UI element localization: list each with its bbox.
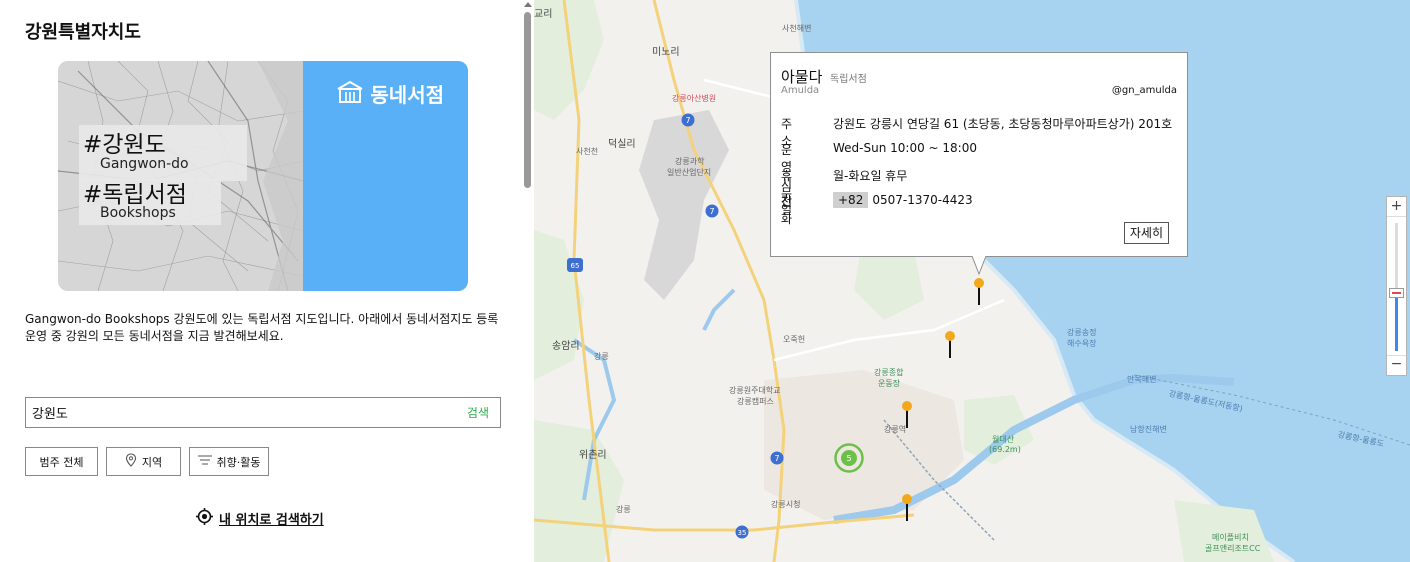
bookshop-pin-marker[interactable]: [944, 330, 956, 360]
filter-lines-icon: [197, 455, 212, 468]
svg-text:35: 35: [738, 529, 747, 537]
map-label-hospital: 강릉아산병원: [672, 94, 717, 103]
map-label-goli: 교리: [534, 9, 553, 20]
map-label-minori: 미노리: [652, 47, 680, 58]
map-label-sports-park-2: 운동장: [878, 379, 901, 388]
map-label-univ-1: 강릉원주대학교: [729, 386, 781, 395]
banner-logo: 동네서점: [336, 79, 444, 108]
crosshair-icon: [196, 508, 213, 529]
bookshop-pin-marker[interactable]: [901, 493, 913, 523]
svg-text:65: 65: [571, 262, 580, 270]
popup-pointer: [972, 256, 987, 276]
banner-tag-bookshops: #독립서점 Bookshops: [79, 179, 221, 225]
route-shield-7c: 7: [770, 451, 784, 465]
popup-address-value: 강원도 강릉시 연당길 61 (초당동, 초당동청마루아파트상가) 201호: [833, 117, 1173, 131]
map-label-songjeong-1: 강릉송정: [1067, 328, 1097, 337]
map-label-deoksilli: 덕실리: [608, 139, 636, 150]
map-label-songamri: 송암리: [552, 341, 580, 352]
route-shield-7b: 7: [705, 204, 719, 218]
map-label-songjeong-2: 해수욕장: [1067, 339, 1097, 348]
popup-shop-english-name: Amulda: [781, 85, 820, 96]
banner-tag-gangwon: #강원도 Gangwon-do: [79, 125, 247, 181]
cluster-marker[interactable]: 5: [834, 443, 864, 473]
banner-image: 동네서점 #강원도 Gangwon-do #독립서점 Bookshops: [58, 61, 468, 291]
route-shield-35: 35: [735, 525, 749, 539]
banner-tag-bookshops-sub: Bookshops: [100, 205, 176, 221]
popup-phone-label: 전화: [781, 195, 793, 226]
svg-text:7: 7: [685, 116, 690, 125]
my-location-label: 내 위치로 검색하기: [219, 513, 324, 528]
zoom-control: + −: [1386, 196, 1407, 376]
map-label-cityhall: 강릉시청: [771, 500, 801, 509]
map-label-industrial-2: 일반산업단지: [667, 168, 712, 177]
bookshop-icon: [336, 80, 364, 108]
zoom-out-button[interactable]: −: [1387, 355, 1406, 375]
map-label-gangneung-ic2: 강릉: [616, 505, 631, 514]
left-panel: 강원특별자치도 동네서점 #강원도 Gangwon-do #독립서점 Books…: [0, 0, 522, 562]
map-label-wolhwa-2: (69.2m): [989, 445, 1021, 454]
map-label-ojukheon: 오죽헌: [783, 335, 806, 344]
map-label-resort-2: 골프앤리조트CC: [1205, 544, 1261, 553]
map-label-namhangjin: 남항진해변: [1130, 425, 1167, 434]
filter-category-button[interactable]: 범주 전체: [25, 447, 98, 476]
popup-phone-prefix: +82: [833, 192, 869, 208]
filter-taste-label: 취향·활동: [216, 455, 261, 469]
map-label-sacheon-beach: 사천해변: [782, 24, 812, 33]
popup-closed-value: 월-화요일 휴무: [833, 169, 908, 183]
zoom-slider-fill: [1395, 293, 1398, 351]
zoom-in-button[interactable]: +: [1387, 197, 1406, 217]
page-description: Gangwon-do Bookshops 강원도에 있는 독립서점 지도입니다.…: [25, 312, 499, 343]
banner-tag-gangwon-main: #강원도: [83, 132, 166, 158]
map-label-univ-2: 강릉캠퍼스: [737, 397, 774, 406]
bookshop-pin-marker[interactable]: [973, 277, 985, 307]
popup-phone-value[interactable]: +82 0507-1370-4423: [833, 192, 973, 208]
map-label-resort-1: 메이플비치: [1212, 533, 1249, 542]
map-label-sports-park-1: 강릉종합: [874, 368, 904, 377]
popup-detail-button[interactable]: 자세히: [1123, 222, 1169, 244]
my-location-button[interactable]: 내 위치로 검색하기: [196, 508, 324, 529]
page-title: 강원특별자치도: [25, 22, 141, 43]
popup-instagram-handle[interactable]: @gn_amulda: [1112, 85, 1177, 96]
popup-hours-value: Wed-Sun 10:00 ~ 18:00: [833, 141, 977, 155]
zoom-slider-handle[interactable]: [1389, 288, 1404, 299]
filter-region-label: 지역: [141, 455, 163, 469]
route-shield-65: 65: [567, 258, 583, 272]
filter-taste-button[interactable]: 취향·활동: [189, 447, 269, 476]
map-label-gangneung-ic: 강릉: [594, 352, 609, 361]
bookshop-pin-marker[interactable]: [901, 400, 913, 430]
cluster-count: 5: [846, 454, 851, 463]
search-box: 검색: [25, 397, 501, 428]
map-label-wolhwa-1: 월대산: [992, 435, 1015, 444]
scroll-up-arrow-icon[interactable]: [524, 2, 532, 7]
svg-text:7: 7: [774, 454, 779, 463]
filter-region-button[interactable]: 지역: [106, 447, 181, 476]
scrollbar-thumb[interactable]: [524, 12, 531, 188]
filter-category-label: 범주 전체: [39, 455, 84, 469]
popup-shop-name: 아물다: [781, 68, 823, 86]
search-button[interactable]: 검색: [467, 404, 489, 421]
banner-tag-gangwon-sub: Gangwon-do: [100, 156, 189, 172]
map-label-sacheoncheon: 사천천: [576, 147, 599, 156]
map-pin-icon: [125, 453, 137, 470]
svg-text:7: 7: [709, 207, 714, 216]
banner-tag-bookshops-main: #독립서점: [83, 182, 187, 208]
search-input[interactable]: [32, 402, 432, 422]
bookshop-info-popup: 아물다 독립서점 Amulda @gn_amulda 주소 강원도 강릉시 연당…: [770, 52, 1188, 257]
map-label-wichonri: 위촌리: [579, 450, 607, 461]
banner-logo-text: 동네서점: [370, 83, 444, 107]
map-label-anmok: 안목해변: [1127, 375, 1157, 384]
map-label-industrial-1: 강릉과학: [675, 157, 705, 166]
route-shield-7a: 7: [681, 113, 695, 127]
popup-phone-number: 0507-1370-4423: [872, 193, 973, 207]
popup-shop-category: 독립서점: [830, 74, 867, 85]
